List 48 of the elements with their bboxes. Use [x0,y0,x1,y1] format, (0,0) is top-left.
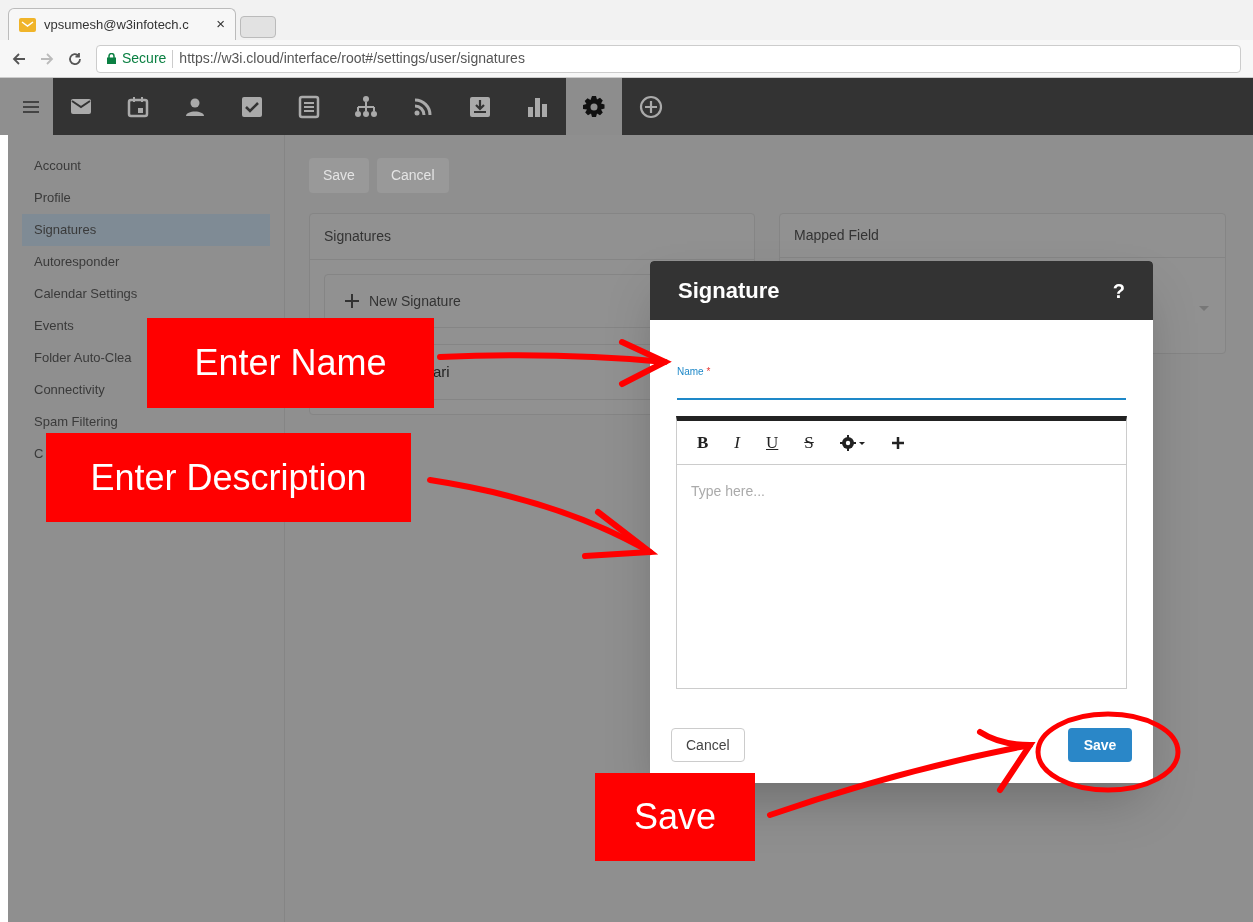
document-icon [297,94,321,119]
tab-title: vpsumesh@w3infotech.c [44,15,189,34]
hierarchy-icon [354,94,378,119]
tab-close-button[interactable]: × [216,13,225,36]
sidebar-item[interactable]: Connectivity [34,380,105,400]
sidebar-item[interactable]: Spam Filtering [34,412,118,432]
rich-text-editor[interactable]: B I U S Type here... [676,416,1127,689]
reload-icon[interactable] [68,51,82,66]
calendar-icon [126,94,150,119]
callout-label: Enter Description [46,433,411,522]
mail-icon [19,17,36,32]
checkbox-icon [240,94,264,119]
toolbar-button[interactable] [566,78,622,135]
field-label: Name * [677,366,711,377]
help-button[interactable]: ? [1112,275,1125,306]
italic-button[interactable]: I [734,429,740,456]
underline-button[interactable]: U [766,429,779,456]
inbox-icon [468,94,492,119]
secure-label: Secure [122,49,167,68]
sidebar-item[interactable]: Calendar Settings [34,284,138,304]
plus-icon[interactable] [891,436,904,449]
panel-title: Signatures [310,214,754,260]
lock-icon [107,53,116,64]
bold-button[interactable]: B [697,429,709,456]
address-bar[interactable]: Secure https://w3i.cloud/interface/root#/settings/user/signatures [96,44,1241,73]
menu-icon[interactable] [22,100,39,113]
settings-icon [582,94,606,119]
sidebar-item[interactable]: Events [34,316,74,336]
plus-icon [345,294,359,308]
name-field[interactable]: Name * [677,358,1126,400]
cancel-button[interactable]: Cancel [671,728,745,762]
sidebar-item[interactable]: Autoresponder [34,252,120,272]
strikethrough-button[interactable]: S [804,429,814,456]
sidebar-item[interactable]: Profile [34,188,71,208]
save-button[interactable]: Save [1068,728,1132,762]
back-icon[interactable] [12,51,26,66]
sidebar-item[interactable]: Account [34,156,81,176]
panel-title: Mapped Field [780,214,1225,258]
editor-placeholder: Type here... [690,482,766,501]
sidebar-item[interactable]: C [34,444,44,464]
callout-label: Save [595,773,755,861]
sidebar-item[interactable]: Folder Auto-Clea [34,348,132,368]
url-text: https://w3i.cloud/interface/root#/settings/user/signatures [179,49,525,68]
sidebar-item[interactable]: Signatures [22,214,270,246]
browser-tab[interactable]: vpsumesh@w3infotech.c × [8,8,236,40]
callout-label: Enter Name [147,318,434,408]
plus-circle-icon [639,94,663,119]
settings-dropdown-icon[interactable] [839,434,866,451]
